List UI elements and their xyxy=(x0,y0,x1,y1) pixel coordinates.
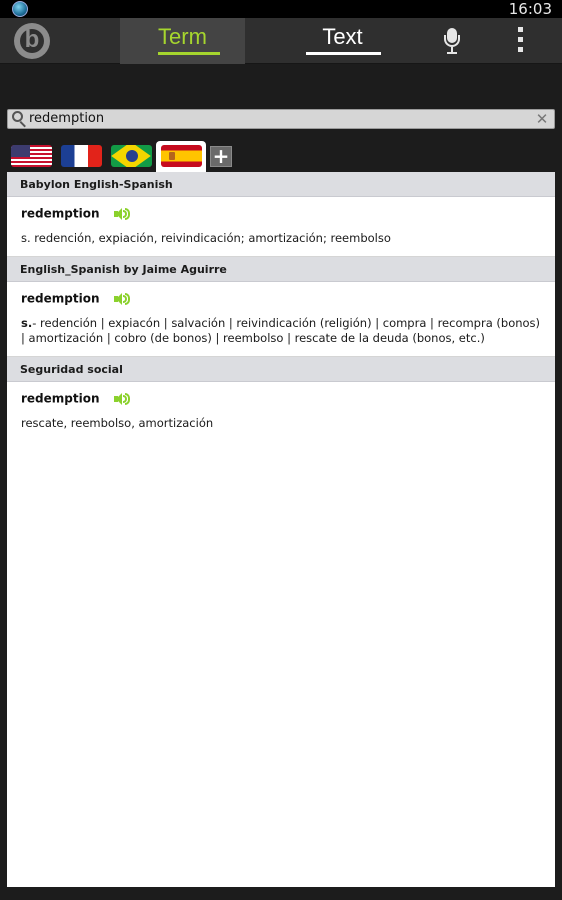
definition-text: rescate, reembolso, amortización xyxy=(21,416,214,430)
action-bar: b Term Text xyxy=(0,18,562,64)
tab-term-indicator xyxy=(158,52,220,55)
search-box: ✕ xyxy=(7,109,555,129)
status-bar: 16:03 xyxy=(0,0,562,18)
france-flag[interactable] xyxy=(61,145,102,167)
definition-pos: s. xyxy=(21,316,33,330)
tab-text[interactable]: Text xyxy=(300,18,385,64)
definition-text: s. redención, expiación, reivindicación;… xyxy=(21,231,391,245)
search-icon xyxy=(12,111,28,128)
us-flag[interactable] xyxy=(11,145,52,167)
tab-text-indicator xyxy=(306,52,381,55)
tab-text-label: Text xyxy=(322,24,363,49)
result-definition: s. redención, expiación, reivindicación;… xyxy=(21,231,542,246)
dictionary-header: English_Spanish by Jaime Aguirre xyxy=(7,257,555,282)
result-entry[interactable]: redemption rescate, reembolso, amortizac… xyxy=(7,382,555,441)
add-language-button[interactable]: + xyxy=(210,146,232,167)
search-input[interactable] xyxy=(29,110,529,128)
result-definition: rescate, reembolso, amortización xyxy=(21,416,542,431)
speaker-icon[interactable] xyxy=(113,207,130,221)
spain-flag[interactable] xyxy=(161,145,202,167)
speaker-icon[interactable] xyxy=(113,392,130,406)
overflow-menu-icon[interactable] xyxy=(516,27,524,57)
result-term: redemption xyxy=(21,206,100,221)
tab-term-label: Term xyxy=(158,24,207,49)
babylon-logo-icon[interactable]: b xyxy=(14,23,50,59)
definition-text: - redención | expiacón | salvación | rei… xyxy=(21,316,541,345)
speaker-icon[interactable] xyxy=(113,292,130,306)
app-notification-icon xyxy=(12,1,28,17)
status-time: 16:03 xyxy=(508,0,552,18)
dictionary-header: Babylon English-Spanish xyxy=(7,172,555,197)
brazil-flag[interactable] xyxy=(111,145,152,167)
result-entry[interactable]: redemption s.- redención | expiacón | sa… xyxy=(7,282,555,357)
result-term: redemption xyxy=(21,391,100,406)
clear-icon[interactable]: ✕ xyxy=(535,110,549,128)
result-entry[interactable]: redemption s. redención, expiación, reiv… xyxy=(7,197,555,257)
results-panel: Babylon English-Spanish redemption s. re… xyxy=(7,172,555,887)
result-definition: s.- redención | expiacón | salvación | r… xyxy=(21,316,542,346)
result-term: redemption xyxy=(21,291,100,306)
dictionary-header: Seguridad social xyxy=(7,357,555,382)
tab-term[interactable]: Term xyxy=(120,18,245,64)
microphone-icon[interactable] xyxy=(443,28,461,56)
